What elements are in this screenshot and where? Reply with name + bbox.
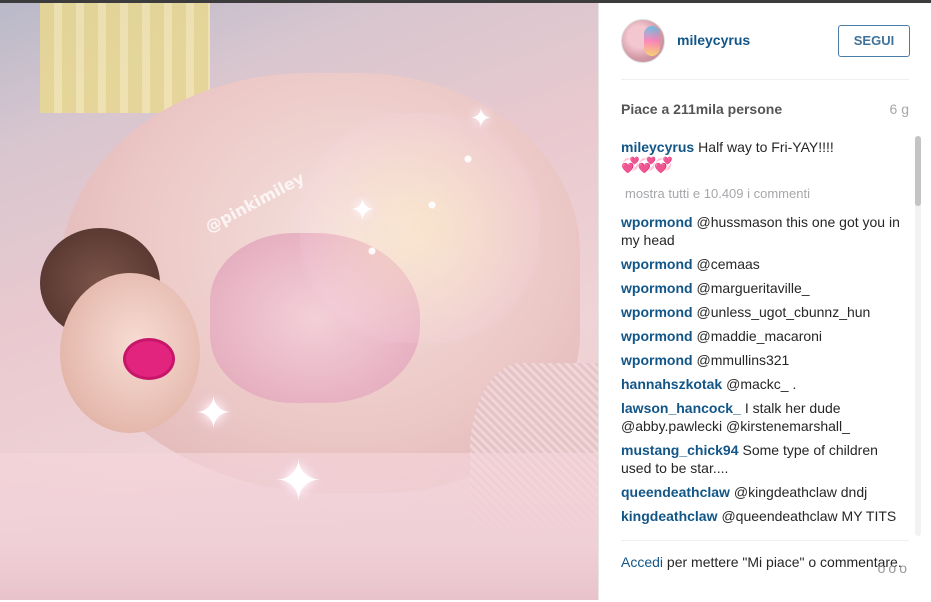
post-age[interactable]: 6 g — [890, 101, 909, 117]
avatar[interactable] — [621, 19, 665, 63]
post-header: mileycyrus SEGUI — [621, 17, 910, 80]
comment-username[interactable]: lawson_hancock_ — [621, 400, 741, 416]
comment-item: wpormond @margueritaville_ — [621, 279, 901, 297]
comment-item: hannahszkotak @mackc_ . — [621, 375, 901, 393]
comment-item: wpormond @hussmason this one got you in m… — [621, 213, 901, 249]
comment-username[interactable]: wpormond — [621, 328, 693, 344]
comment-item: mustang_chick94 Some type of children use… — [621, 441, 901, 477]
comment-username[interactable]: hannahszkotak — [621, 376, 722, 392]
comment-username[interactable]: wpormond — [621, 304, 693, 320]
comment-text: @mackc_ . — [726, 376, 797, 392]
likes-count[interactable]: Piace a 211mila persone — [621, 101, 782, 117]
sparkle-icon: ✦ — [275, 449, 322, 512]
comment-username[interactable]: kingdeathclaw — [621, 508, 717, 524]
header-username[interactable]: mileycyrus — [677, 32, 750, 48]
post-photo[interactable]: ✦ ✦ ✦ ✦ @pinkimiley — [0, 3, 598, 600]
photo-sparkles — [300, 113, 540, 343]
comment-text: @queendeathclaw MY TITS — [721, 508, 897, 524]
photo-headboard — [40, 3, 210, 113]
comment-item: kingdeathclaw @queendeathclaw MY TITS — [621, 507, 901, 525]
caption-username[interactable]: mileycyrus — [621, 139, 694, 155]
sparkle-icon: ✦ — [195, 389, 232, 438]
comment-username[interactable]: wpormond — [621, 280, 693, 296]
comment-item: lawson_hancock_ I stalk her dude @abby.pa… — [621, 399, 901, 435]
comment-text: @kingdeathclaw dndj — [733, 484, 868, 500]
sparkle-icon: ✦ — [470, 103, 492, 133]
comment-username[interactable]: mustang_chick94 — [621, 442, 739, 458]
login-prompt-text: per mettere "Mi piace" o commentare. — [663, 554, 902, 570]
comment-item: queendeathclaw @kingdeathclaw dndj — [621, 483, 901, 501]
comment-username[interactable]: wpormond — [621, 214, 693, 230]
follow-button[interactable]: SEGUI — [838, 25, 910, 57]
comment-item: wpormond @maddie_macaroni — [621, 327, 901, 345]
comment-username[interactable]: wpormond — [621, 352, 693, 368]
comments-list: mileycyrus Half way to Fri-YAY!!!! 💞💞💞 mo… — [621, 138, 901, 533]
comment-item: wpormond @unless_ugot_cbunnz_hun — [621, 303, 901, 321]
comment-text: @maddie_macaroni — [696, 328, 823, 344]
show-all-comments-link[interactable]: mostra tutti e 10.409 i commenti — [625, 185, 901, 203]
post-side-panel: mileycyrus SEGUI Piace a 211mila persone… — [598, 3, 931, 600]
sparkle-icon: ✦ — [350, 194, 376, 227]
comments-scroll-thumb[interactable] — [915, 136, 921, 206]
comment-username[interactable]: queendeathclaw — [621, 484, 730, 500]
comment-text: @margueritaville_ — [696, 280, 810, 296]
comment-text: @unless_ugot_cbunnz_hun — [696, 304, 871, 320]
login-prompt: Accedi per mettere "Mi piace" o commenta… — [621, 540, 909, 571]
caption: mileycyrus Half way to Fri-YAY!!!! 💞💞💞 — [621, 138, 901, 175]
caption-text: Half way to Fri-YAY!!!! — [698, 139, 834, 155]
comment-item: wpormond @cemaas — [621, 255, 901, 273]
comment-username[interactable]: wpormond — [621, 256, 693, 272]
comment-text: @mmullins321 — [696, 352, 790, 368]
hearts-emoji: 💞💞💞 — [621, 157, 673, 174]
photo-lips — [123, 338, 175, 380]
comment-item: wpormond @mmullins321 — [621, 351, 901, 369]
more-options-button[interactable]: ooo — [878, 560, 910, 576]
comment-text: @cemaas — [696, 256, 760, 272]
login-link[interactable]: Accedi — [621, 554, 663, 570]
